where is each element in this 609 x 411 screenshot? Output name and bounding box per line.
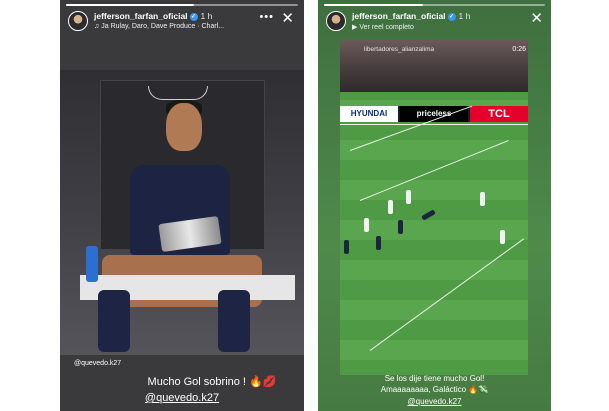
pitch-line <box>340 124 528 125</box>
pitch-line <box>369 238 525 351</box>
avatar[interactable] <box>68 11 88 31</box>
player <box>376 236 381 250</box>
story-photo <box>60 70 304 355</box>
mention-tag[interactable]: @quevedo.k27 <box>60 392 304 404</box>
verified-badge-icon: ✓ <box>189 12 198 21</box>
caption-line-1: Se los dije tiene mucho Gol! <box>384 374 485 383</box>
story-caption: Se los dije tiene mucho Gol! Amaaaaaaaa,… <box>318 373 551 395</box>
close-icon[interactable]: ✕ <box>281 9 294 27</box>
player <box>364 218 369 232</box>
story-progress-bar <box>66 4 298 6</box>
close-icon[interactable]: ✕ <box>530 9 543 27</box>
video-overlay-text: libertadores_alianzalima <box>364 46 435 53</box>
mention-tag-small[interactable]: @quevedo.k27 <box>74 360 121 367</box>
story-right[interactable]: jefferson_farfan_oficial ✓ 1 h ▶ Ver reel c… <box>318 0 551 411</box>
hanger-icon <box>148 86 208 100</box>
caption-line-2: Amaaaaaaaa, Galáctico 🔥💸 <box>380 385 489 394</box>
story-header: jefferson_farfan_oficial ✓ 1 h ♫ Ja Rulay, … <box>66 10 298 36</box>
post-time: 1 h <box>458 11 471 21</box>
player-head <box>166 103 202 151</box>
story-progress-fill <box>66 4 194 6</box>
match-video[interactable]: libertadores_alianzalima 0:26 HYUNDAI pr… <box>340 40 528 375</box>
music-note-icon: ♫ <box>94 23 100 30</box>
player <box>480 192 485 206</box>
music-label: Ja Rulay, Daro, Dave Produce · Charl... <box>101 23 225 30</box>
story-progress-bar <box>324 4 545 6</box>
pitch-line <box>359 140 509 201</box>
more-options-icon[interactable]: ••• <box>259 11 274 23</box>
water-bottle <box>86 246 98 282</box>
avatar[interactable] <box>326 11 346 31</box>
player-sock-left <box>98 290 130 352</box>
fire-emoji-icon: 🔥💋 <box>249 376 277 388</box>
username[interactable]: jefferson_farfan_oficial ✓ 1 h <box>94 11 212 21</box>
verified-badge-icon: ✓ <box>447 12 456 21</box>
story-header: jefferson_farfan_oficial ✓ 1 h ▶ Ver reel c… <box>324 10 545 36</box>
story-caption: Mucho Gol sobrino ! 🔥💋 <box>147 376 277 388</box>
player <box>388 200 393 214</box>
story-left[interactable]: jefferson_farfan_oficial ✓ 1 h ♫ Ja Rulay, … <box>60 0 304 411</box>
player <box>344 240 349 254</box>
player <box>398 220 403 234</box>
reel-link-label: Ver reel completo <box>359 24 414 31</box>
music-info[interactable]: ♫ Ja Rulay, Daro, Dave Produce · Charl... <box>94 23 224 30</box>
player <box>500 230 505 244</box>
player <box>421 209 436 221</box>
post-time: 1 h <box>200 11 213 21</box>
reel-link[interactable]: ▶ Ver reel completo <box>352 23 414 31</box>
player-sock-right <box>218 290 250 352</box>
video-timestamp: 0:26 <box>512 46 526 53</box>
mention-tag[interactable]: @quevedo.k27 <box>318 397 551 406</box>
player <box>406 190 411 204</box>
story-progress-fill <box>324 4 424 6</box>
ad-board-hyundai: HYUNDAI <box>340 106 398 122</box>
reel-icon: ▶ <box>352 24 358 31</box>
username[interactable]: jefferson_farfan_oficial ✓ 1 h <box>352 11 470 21</box>
ad-board-tcl: TCL <box>470 106 528 122</box>
